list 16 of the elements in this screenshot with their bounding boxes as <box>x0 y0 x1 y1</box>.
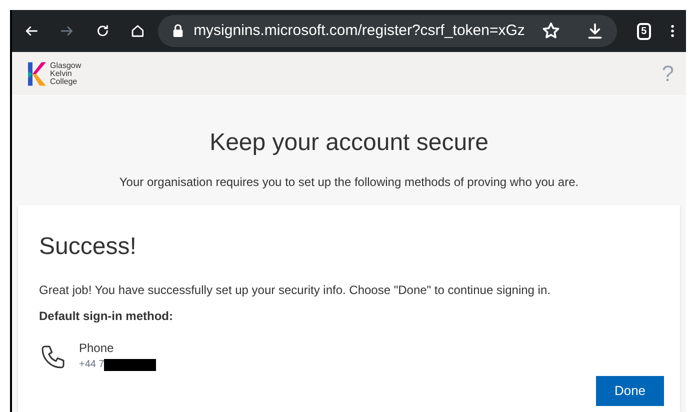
success-heading: Success! <box>39 232 138 262</box>
page-title: Keep your account secure <box>210 128 488 158</box>
tab-count[interactable]: 5 <box>636 22 651 40</box>
url-text: mysignins.microsoft.com/register?csrf_token=xGz <box>194 20 525 41</box>
address-bar[interactable]: mysignins.microsoft.com/register?csrf_token=xGz <box>158 15 617 47</box>
success-message: Great job! You have successfully set up your security info. Choose "Done" to continue signing in. <box>39 282 552 299</box>
phone-number: +44 7 <box>79 358 104 372</box>
college-name: Glasgow Kelvin College <box>50 62 82 86</box>
page-subtitle: Your organisation requires you to set up the following methods of proving who you are. <box>119 174 579 191</box>
menu-icon[interactable] <box>670 23 674 39</box>
phone-icon <box>39 343 67 371</box>
default-method-label: Default sign-in method: <box>39 308 174 325</box>
done-button[interactable]: Done <box>596 376 664 406</box>
star-icon[interactable] <box>540 21 561 41</box>
logo-icon <box>28 62 46 86</box>
method-name: Phone <box>79 340 115 357</box>
